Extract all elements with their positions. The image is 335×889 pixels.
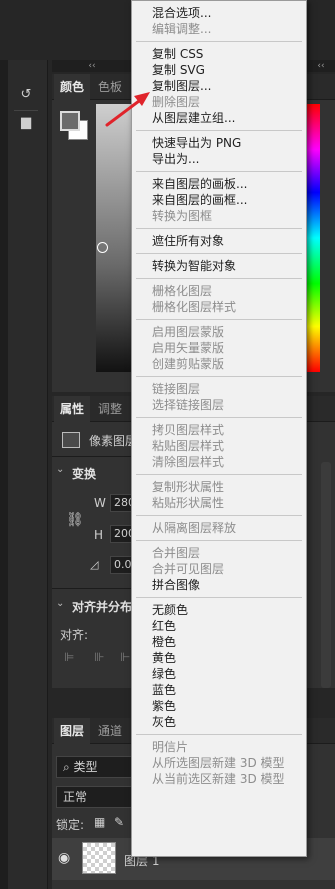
annotation-arrow-icon bbox=[105, 92, 150, 127]
